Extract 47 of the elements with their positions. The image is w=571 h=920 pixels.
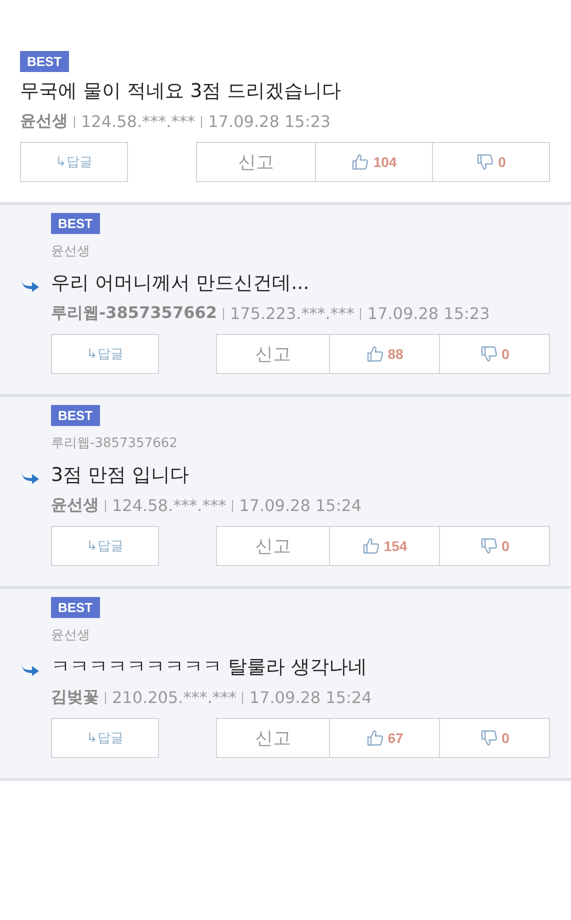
best-badge: BEST [51, 597, 100, 618]
like-button[interactable]: 154 [330, 526, 440, 566]
thumbs-up-icon [366, 345, 384, 363]
dislike-button[interactable]: 0 [440, 334, 550, 374]
comment-text: 우리 어머니께서 만드신건데... [51, 271, 310, 296]
author-name: 윤선생 [20, 111, 68, 132]
comment-text: 무국에 물이 적네요 3점 드리겠습니다 [20, 79, 342, 104]
author-name: 루리웹-3857357662 [51, 303, 217, 324]
author-name: 김벚꽃 [51, 687, 99, 708]
author-name: 윤선생 [51, 495, 99, 516]
reply-button[interactable]: ↳답글 [51, 334, 159, 374]
ip-address: 210.205.***.*** [112, 688, 236, 707]
report-button[interactable]: 신고 [216, 334, 330, 374]
thumbs-up-icon [366, 729, 384, 747]
like-button[interactable]: 88 [330, 334, 440, 374]
thumbs-down-icon [476, 153, 494, 171]
thumbs-up-icon [362, 537, 380, 555]
best-badge: BEST [51, 213, 100, 234]
thumbs-down-icon [480, 537, 498, 555]
reply-button[interactable]: ↳답글 [51, 526, 159, 566]
reply-button[interactable]: ↳답글 [20, 142, 128, 182]
parent-author: 윤선생 [51, 627, 91, 644]
ip-address: 124.58.***.*** [112, 496, 226, 515]
thumbs-up-icon [351, 153, 370, 171]
timestamp: 17.09.28 15:23 [208, 112, 331, 131]
parent-author: 윤선생 [51, 243, 91, 260]
comment-text: 3점 만점 입니다 [51, 463, 190, 488]
report-button[interactable]: 신고 [216, 526, 330, 566]
report-button[interactable]: 신고 [216, 718, 330, 758]
reply-button[interactable]: ↳답글 [51, 718, 159, 758]
dislike-button[interactable]: 0 [440, 718, 550, 758]
best-badge: BEST [51, 405, 100, 426]
parent-author: 루리웹-3857357662 [51, 435, 178, 452]
dislike-button[interactable]: 0 [433, 142, 550, 182]
timestamp: 17.09.28 15:23 [367, 304, 490, 323]
like-button[interactable]: 67 [330, 718, 440, 758]
comment-text: ㅋㅋㅋㅋㅋㅋㅋㅋㅋ 탈룰라 생각나네 [51, 655, 368, 680]
thumbs-down-icon [480, 345, 498, 363]
best-badge: BEST [20, 51, 69, 72]
report-button[interactable]: 신고 [196, 142, 316, 182]
timestamp: 17.09.28 15:24 [239, 496, 362, 515]
timestamp: 17.09.28 15:24 [249, 688, 372, 707]
ip-address: 175.223.***.*** [230, 304, 354, 323]
like-button[interactable]: 104 [316, 142, 433, 182]
thumbs-down-icon [480, 729, 498, 747]
dislike-button[interactable]: 0 [440, 526, 550, 566]
ip-address: 124.58.***.*** [81, 112, 196, 131]
